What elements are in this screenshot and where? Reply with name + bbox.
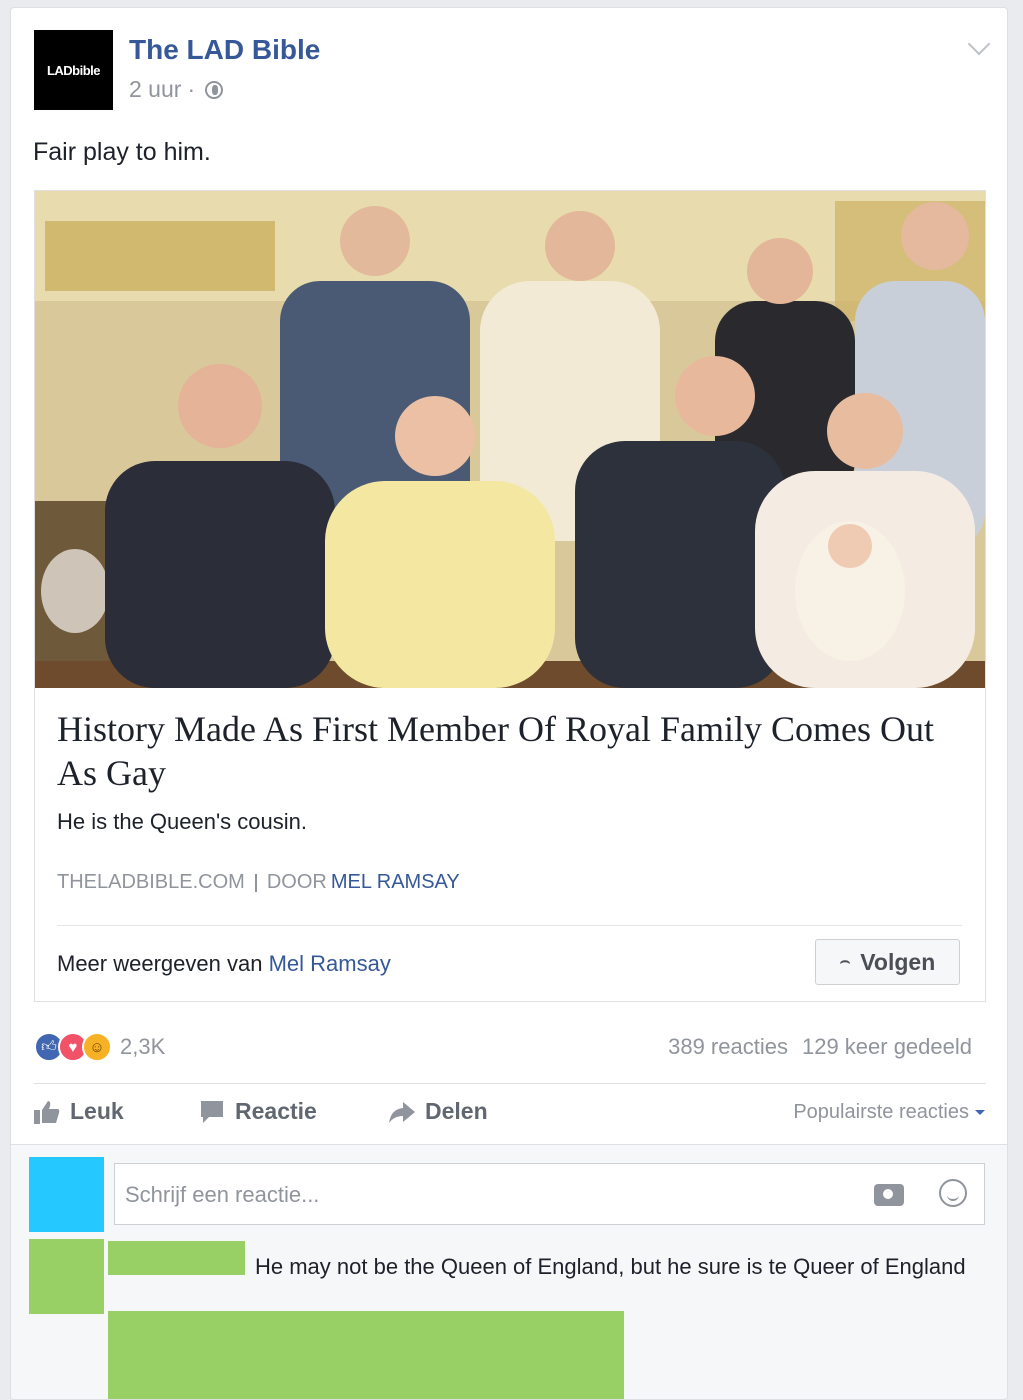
link-source: THELADBIBLE.COM DOOR MEL RAMSAY: [57, 871, 460, 894]
share-button[interactable]: Delen: [389, 1098, 488, 1125]
page-avatar[interactable]: LADbible: [34, 30, 113, 110]
post-card: LADbible The LAD Bible 2 uur · Fair play…: [10, 7, 1008, 1400]
share-arrow-icon: [389, 1101, 415, 1123]
link-description: He is the Queen's cousin.: [57, 809, 308, 834]
like-button[interactable]: Leuk: [34, 1098, 124, 1125]
post-time[interactable]: 2 uur: [129, 76, 181, 103]
link-author[interactable]: MEL RAMSAY: [331, 871, 460, 894]
link-domain: THELADBIBLE.COM: [57, 871, 245, 893]
comment-count[interactable]: 389 reacties: [668, 1034, 788, 1060]
meta-separator: ·: [187, 76, 196, 102]
current-user-avatar[interactable]: [29, 1157, 104, 1232]
redacted-block: [108, 1311, 624, 1399]
comment-input[interactable]: Schrijf een reactie...: [114, 1163, 985, 1225]
comment-label: Reactie: [235, 1098, 317, 1124]
more-from-author: Meer weergeven van Mel Ramsay: [57, 951, 391, 977]
comment-placeholder: Schrijf een reactie...: [125, 1182, 320, 1207]
share-count[interactable]: 129 keer gedeeld: [802, 1034, 972, 1060]
engagement-stats: 389 reacties 129 keer gedeeld: [668, 1034, 972, 1060]
comments-section: Schrijf een reactie... He may not be the…: [11, 1144, 1007, 1399]
divider: [57, 925, 962, 926]
like-label: Leuk: [70, 1098, 124, 1124]
comment-sort-dropdown[interactable]: Populairste reacties: [793, 1101, 985, 1124]
caret-down-icon: [975, 1110, 985, 1115]
link-image[interactable]: [35, 191, 985, 688]
follow-label: Volgen: [860, 948, 936, 975]
reaction-summary[interactable]: 👍︎ ♥ ☺ 2,3K: [34, 1032, 165, 1062]
thumbs-up-icon: [34, 1100, 60, 1124]
post-meta: 2 uur ·: [129, 76, 224, 103]
page-name-link[interactable]: The LAD Bible: [129, 34, 320, 66]
avatar-logo-text: LADbible: [46, 62, 101, 78]
globe-icon: [205, 80, 224, 99]
link-preview[interactable]: History Made As First Member Of Royal Fa…: [34, 190, 986, 1002]
comment-button[interactable]: Reactie: [199, 1098, 317, 1125]
more-from-label: Meer weergeven van: [57, 951, 263, 976]
comment-icon: [201, 1100, 223, 1123]
haha-reaction-icon: ☺: [82, 1032, 112, 1062]
rss-icon: ⌢: [839, 953, 851, 970]
share-label: Delen: [425, 1098, 488, 1124]
reaction-count[interactable]: 2,3K: [120, 1034, 165, 1060]
commenter-avatar[interactable]: [29, 1239, 104, 1314]
chevron-down-icon[interactable]: [967, 32, 991, 56]
divider: [34, 1083, 986, 1084]
follow-button[interactable]: ⌢ Volgen: [815, 939, 960, 985]
post-text: Fair play to him.: [33, 138, 211, 166]
source-divider: [254, 873, 257, 892]
emoji-icon[interactable]: [939, 1179, 967, 1207]
sort-label: Populairste reacties: [793, 1101, 969, 1123]
comment-text: He may not be the Queen of England, but …: [255, 1254, 966, 1279]
link-by-label: DOOR: [266, 871, 327, 893]
link-title[interactable]: History Made As First Member Of Royal Fa…: [57, 707, 957, 795]
more-from-author-link[interactable]: Mel Ramsay: [269, 951, 391, 976]
camera-icon[interactable]: [874, 1184, 904, 1206]
